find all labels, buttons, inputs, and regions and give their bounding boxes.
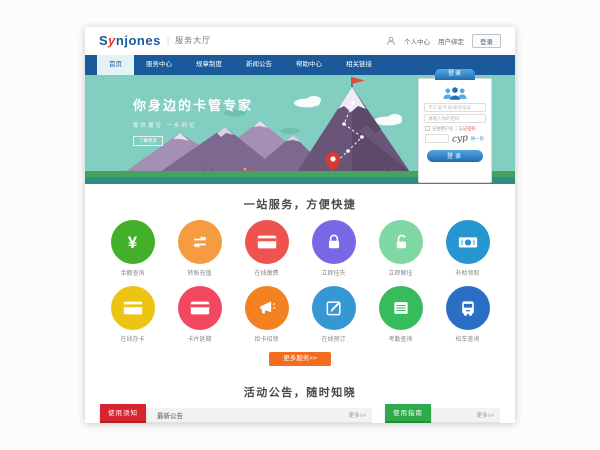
- login-tab[interactable]: 登录: [435, 69, 475, 80]
- hero-banner: 你身边的卡管专家 提供捷径 一步到位 了解更多 登录 记住用户名 | 忘记密码: [85, 75, 515, 184]
- announcements-title: 活动公告，随时知晓: [85, 384, 515, 400]
- announcements-section: 活动公告，随时知晓 使用须知 最新公告 更多>> 使用指南 更多>>: [85, 378, 515, 423]
- announcements-right-tabbar: 使用指南 更多>>: [385, 408, 500, 423]
- services-section: 一站服务，方便快捷 ¥ 余额查询 转账充值 在线缴费: [85, 184, 515, 366]
- service-item: 转账充值: [178, 220, 222, 277]
- service-item: 补助领取: [446, 220, 490, 277]
- more-services-button[interactable]: 更多服务>>: [269, 352, 331, 366]
- top-bar: Synjones | 服务大厅 个人中心 用户绑定 登录: [85, 27, 515, 55]
- account-input[interactable]: [424, 103, 486, 112]
- card-icon[interactable]: [245, 220, 289, 264]
- captcha-input[interactable]: [425, 134, 449, 143]
- service-item: 校车查询: [446, 286, 490, 343]
- remember-checkbox[interactable]: [425, 126, 430, 131]
- user-icon: [386, 36, 396, 46]
- service-item: 考勤查询: [379, 286, 423, 343]
- tab-usage-notes[interactable]: 使用须知: [100, 404, 146, 423]
- list-icon[interactable]: [379, 286, 423, 330]
- service-item: 立即解挂: [379, 220, 423, 277]
- megaphone-icon[interactable]: [245, 286, 289, 330]
- hero-title: 你身边的卡管专家: [133, 95, 253, 114]
- announcements-right-column: 使用指南 更多>>: [385, 408, 500, 423]
- services-row-1: ¥ 余额查询 转账充值 在线缴费 立即挂失: [85, 220, 515, 277]
- service-item: 在线缴费: [245, 220, 289, 277]
- users-icon: [437, 86, 473, 101]
- login-panel: 登录 记住用户名 | 忘记密码 cyp 换一张 登录: [418, 78, 492, 183]
- logo-accent-mark: y: [108, 33, 116, 48]
- announcements-left-column: 使用须知 最新公告 更多>>: [100, 408, 372, 423]
- tab-latest-announcements[interactable]: 最新公告: [157, 410, 183, 420]
- page: Synjones | 服务大厅 个人中心 用户绑定 登录 首页 服务中心 规章制…: [85, 27, 515, 423]
- top-login-button[interactable]: 登录: [472, 34, 501, 48]
- remember-label: 记住用户名: [432, 126, 453, 132]
- service-item: 卡片延期: [178, 286, 222, 343]
- personal-center-link[interactable]: 个人中心: [404, 36, 430, 46]
- password-input[interactable]: [424, 114, 486, 123]
- portal-title: 服务大厅: [175, 35, 211, 46]
- card-icon[interactable]: [178, 286, 222, 330]
- bus-icon[interactable]: [446, 286, 490, 330]
- services-title: 一站服务，方便快捷: [85, 196, 515, 212]
- login-submit-button[interactable]: 登录: [427, 150, 483, 162]
- edit-icon[interactable]: [312, 286, 356, 330]
- hero-cta-button[interactable]: 了解更多: [133, 136, 163, 146]
- service-item: 立即挂失: [312, 220, 356, 277]
- hero-subtitle: 提供捷径 一步到位: [133, 121, 253, 129]
- user-bind-link[interactable]: 用户绑定: [438, 36, 464, 46]
- service-item: 在线预订: [312, 286, 356, 343]
- captcha-image[interactable]: cyp: [452, 133, 469, 145]
- card-icon[interactable]: [111, 286, 155, 330]
- lock-icon[interactable]: [312, 220, 356, 264]
- announcements-left-tabbar: 使用须知 最新公告 更多>>: [100, 408, 372, 423]
- more-link-right[interactable]: 更多>>: [477, 411, 494, 419]
- more-link-left[interactable]: 更多>>: [349, 411, 366, 419]
- login-row-divider: |: [455, 126, 456, 131]
- logo-divider: |: [167, 36, 169, 46]
- tab-user-guide[interactable]: 使用指南: [385, 404, 431, 423]
- banknote-icon[interactable]: [446, 220, 490, 264]
- service-item: 在线办卡: [111, 286, 155, 343]
- hero-text-block: 你身边的卡管专家 提供捷径 一步到位 了解更多: [133, 95, 253, 147]
- service-item: ¥ 余额查询: [111, 220, 155, 277]
- yen-icon[interactable]: ¥: [111, 220, 155, 264]
- service-item: 拾卡招领: [245, 286, 289, 343]
- unlock-icon[interactable]: [379, 220, 423, 264]
- forgot-password-link[interactable]: 忘记密码: [459, 126, 476, 132]
- brand-logo[interactable]: Synjones: [99, 33, 161, 48]
- services-row-2: 在线办卡 卡片延期 拾卡招领 在线预订: [85, 286, 515, 343]
- captcha-refresh-link[interactable]: 换一张: [471, 136, 484, 142]
- transfer-icon[interactable]: [178, 220, 222, 264]
